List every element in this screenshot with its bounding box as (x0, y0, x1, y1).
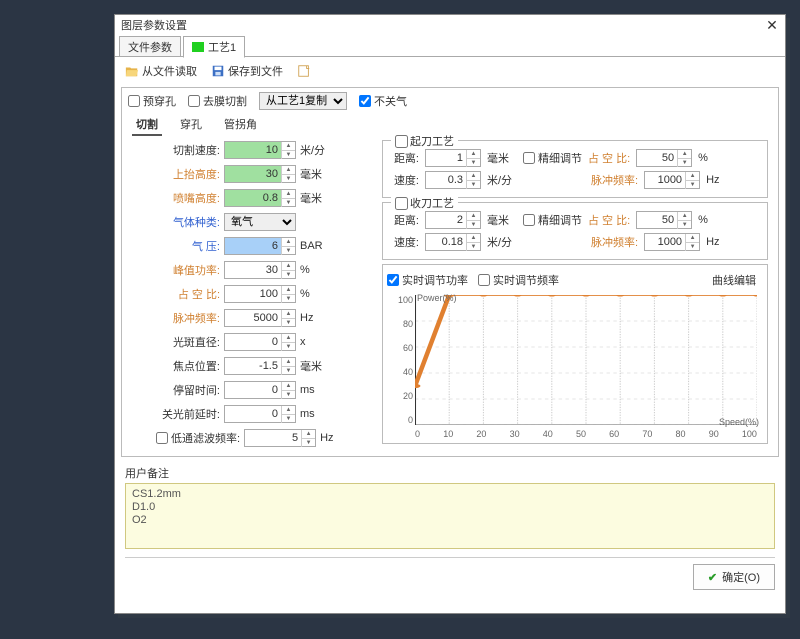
focus-input[interactable]: -1.5▲▼ (224, 357, 296, 375)
lift-height-label: 上抬高度: (156, 166, 220, 182)
gas-pressure-label: 气 压: (156, 238, 220, 254)
end-duty-label: 占 空 比: (588, 212, 630, 228)
check-icon: ✔ (708, 571, 717, 584)
save-to-file-button[interactable]: 保存到文件 (207, 61, 287, 81)
user-notes-label: 用户备注 (115, 459, 785, 483)
end-pulse-label: 脉冲频率: (591, 234, 638, 250)
start-dist-label: 距离: (389, 150, 419, 166)
start-speed-input[interactable]: 0.3▲▼ (425, 171, 481, 189)
end-duty-input[interactable]: 50▲▼ (636, 211, 692, 229)
end-pulse-input[interactable]: 1000▲▼ (644, 233, 700, 251)
peak-power-label: 峰值功率: (156, 262, 220, 278)
chart-panel: 实时调节功率 实时调节频率 曲线编辑 Power(%) 100806040200 (382, 264, 768, 444)
tab-craft1[interactable]: 工艺1 (183, 36, 245, 58)
right-column: 起刀工艺 距离: 1▲▼ 毫米 精细调节 占 空 比: 50▲▼ % 速度: 0… (382, 140, 768, 448)
top-tabstrip: 文件参数 工艺1 (115, 35, 785, 57)
pulse-freq-input[interactable]: 5000▲▼ (224, 309, 296, 327)
end-dist-label: 距离: (389, 212, 419, 228)
user-notes-textarea[interactable]: CS1.2mm D1.0 O2 (125, 483, 775, 549)
start-pulse-label: 脉冲频率: (591, 172, 638, 188)
folder-open-icon (125, 64, 139, 78)
end-speed-input[interactable]: 0.18▲▼ (425, 233, 481, 251)
spot-dia-label: 光斑直径: (156, 334, 220, 350)
start-dist-input[interactable]: 1▲▼ (425, 149, 481, 167)
lift-height-input[interactable]: 30▲▼ (224, 165, 296, 183)
start-pulse-input[interactable]: 1000▲▼ (644, 171, 700, 189)
nozzle-height-label: 喷嘴高度: (156, 190, 220, 206)
close-icon[interactable]: ✕ (765, 18, 779, 32)
gas-type-select[interactable]: 氧气 (224, 213, 296, 231)
close-delay-input[interactable]: 0▲▼ (224, 405, 296, 423)
copy-from-select[interactable]: 从工艺1复制 (259, 92, 347, 110)
end-craft-checkbox[interactable] (395, 197, 408, 210)
save-icon (211, 64, 225, 78)
titlebar: 图层参数设置 ✕ (115, 15, 785, 35)
lowpass-checkbox[interactable]: 低通滤波频率: (156, 430, 240, 446)
layer-params-window: 图层参数设置 ✕ 文件参数 工艺1 从文件读取 保存到文件 预穿孔 去膜切割 从… (114, 14, 786, 614)
realtime-power-checkbox[interactable]: 实时调节功率 (387, 272, 468, 288)
peak-power-input[interactable]: 30▲▼ (224, 261, 296, 279)
left-params-column: 切割速度:10▲▼米/分 上抬高度:30▲▼毫米 喷嘴高度:0.8▲▼毫米 气体… (156, 140, 376, 448)
start-speed-label: 速度: (389, 172, 419, 188)
craft-color-swatch (192, 42, 204, 52)
realtime-freq-checkbox[interactable]: 实时调节频率 (478, 272, 559, 288)
pulse-freq-label: 脉冲频率: (156, 310, 220, 326)
chart-xlabel: Speed(%) (719, 417, 759, 427)
tab-pierce[interactable]: 穿孔 (176, 114, 206, 136)
note-icon-button[interactable] (293, 62, 315, 80)
tab-corner[interactable]: 管拐角 (220, 114, 261, 136)
end-fine-checkbox[interactable]: 精细调节 (523, 212, 582, 228)
start-fine-checkbox[interactable]: 精细调节 (523, 150, 582, 166)
lowpass-input[interactable]: 5▲▼ (244, 429, 316, 447)
tab-file-params[interactable]: 文件参数 (119, 36, 181, 57)
prepierce-checkbox[interactable]: 预穿孔 (128, 93, 176, 109)
tab-cut[interactable]: 切割 (132, 114, 162, 136)
chart-yaxis: 100806040200 (387, 295, 413, 425)
start-craft-checkbox[interactable] (395, 135, 408, 148)
focus-label: 焦点位置: (156, 358, 220, 374)
stay-time-label: 停留时间: (156, 382, 220, 398)
end-dist-input[interactable]: 2▲▼ (425, 211, 481, 229)
footer: ✔确定(O) (125, 557, 775, 590)
end-speed-label: 速度: (389, 234, 419, 250)
chart-xaxis: 0102030405060708090100 (415, 429, 757, 439)
edit-curve-button[interactable]: 曲线编辑 (705, 269, 763, 291)
chart-svg (415, 295, 757, 425)
toolbar: 从文件读取 保存到文件 (115, 57, 785, 85)
start-duty-input[interactable]: 50▲▼ (636, 149, 692, 167)
film-cut-checkbox[interactable]: 去膜切割 (188, 93, 247, 109)
gas-pressure-input[interactable]: 6▲▼ (224, 237, 296, 255)
params-content: 切割速度:10▲▼米/分 上抬高度:30▲▼毫米 喷嘴高度:0.8▲▼毫米 气体… (128, 136, 772, 452)
duty-label: 占 空 比: (156, 286, 220, 302)
start-craft-group: 起刀工艺 距离: 1▲▼ 毫米 精细调节 占 空 比: 50▲▼ % 速度: 0… (382, 140, 768, 198)
end-craft-group: 收刀工艺 距离: 2▲▼ 毫米 精细调节 占 空 比: 50▲▼ % 速度: 0… (382, 202, 768, 260)
duty-input[interactable]: 100▲▼ (224, 285, 296, 303)
close-delay-label: 关光前延时: (156, 406, 220, 422)
options-panel: 预穿孔 去膜切割 从工艺1复制 不关气 切割 穿孔 管拐角 切割速度:10▲▼米… (121, 87, 779, 457)
gas-type-label: 气体种类: (156, 214, 220, 230)
no-close-gas-checkbox[interactable]: 不关气 (359, 93, 407, 109)
note-icon (297, 64, 311, 78)
power-chart: Power(%) 100806040200 (415, 295, 757, 425)
nozzle-height-input[interactable]: 0.8▲▼ (224, 189, 296, 207)
window-title: 图层参数设置 (121, 17, 187, 33)
ok-button[interactable]: ✔确定(O) (693, 564, 775, 590)
cut-speed-label: 切割速度: (156, 142, 220, 158)
start-duty-label: 占 空 比: (588, 150, 630, 166)
chart-ylabel: Power(%) (417, 293, 457, 303)
cut-speed-input[interactable]: 10▲▼ (224, 141, 296, 159)
stay-time-input[interactable]: 0▲▼ (224, 381, 296, 399)
spot-dia-input[interactable]: 0▲▼ (224, 333, 296, 351)
read-from-file-button[interactable]: 从文件读取 (121, 61, 201, 81)
